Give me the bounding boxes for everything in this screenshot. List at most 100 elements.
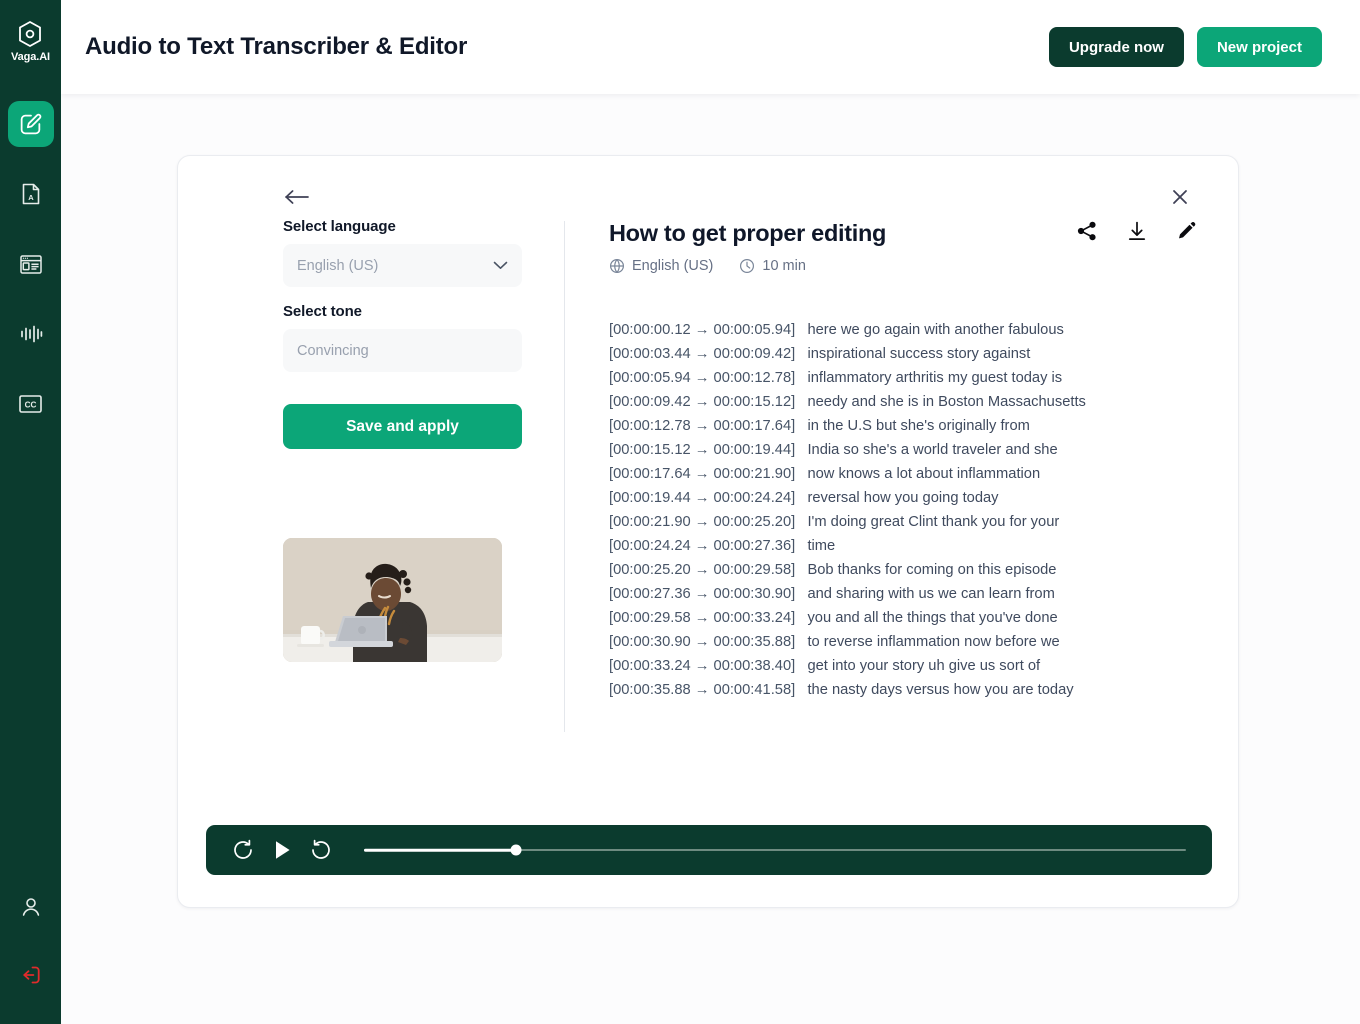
transcript-content: to reverse inflammation now before we (807, 634, 1060, 650)
close-button[interactable] (1169, 186, 1191, 208)
card-header (178, 156, 1238, 218)
transcript-line: [00:00:15.12 → 00:00:19.44] India so she… (609, 438, 1169, 462)
upgrade-now-button[interactable]: Upgrade now (1048, 27, 1184, 67)
edit-pencil-icon (20, 113, 42, 134)
user-icon (22, 898, 39, 916)
progress-knob[interactable] (510, 844, 522, 856)
transcript-line: [00:00:00.12 → 00:00:05.94] here we go a… (609, 318, 1169, 342)
transcript-timestamp: [00:00:33.24 → 00:00:38.40] (609, 658, 796, 674)
transcript-timestamp: [00:00:19.44 → 00:00:24.24] (609, 490, 796, 506)
sidebar-item-templates[interactable] (8, 241, 54, 287)
back-button[interactable] (284, 186, 310, 208)
download-icon (1128, 221, 1146, 240)
transcript-content: Bob thanks for coming on this episode (807, 562, 1057, 578)
transcript-timestamp: [00:00:09.42 → 00:00:15.12] (609, 394, 796, 410)
download-button[interactable] (1126, 220, 1148, 242)
tone-label: Select tone (283, 303, 362, 320)
transcript-timestamp: [00:00:12.78 → 00:00:17.64] (609, 418, 796, 434)
transcript-timestamp: [00:00:30.90 → 00:00:35.88] (609, 634, 796, 650)
sidebar-item-logout[interactable] (8, 952, 54, 998)
language-label: Select language (283, 218, 396, 235)
app-root: Vaga.AI A CC Audio to Text Transcriber &… (0, 0, 1360, 1024)
play-button[interactable] (272, 839, 292, 861)
document-meta: English (US) 10 min (609, 258, 1198, 274)
transcript-line: [00:00:33.24 → 00:00:38.40] get into you… (609, 654, 1169, 678)
progress-slider[interactable] (364, 843, 1186, 857)
duration-meta: 10 min (739, 258, 806, 274)
save-and-apply-button[interactable]: Save and apply (283, 404, 522, 449)
waveform-icon (20, 325, 42, 343)
language-value: English (US) (297, 257, 379, 274)
sidebar-item-captions[interactable]: CC (8, 381, 54, 427)
sidebar: Vaga.AI A CC (0, 0, 61, 1024)
transcript-line: [00:00:12.78 → 00:00:17.64] in the U.S b… (609, 414, 1169, 438)
transcript-content: now knows a lot about inflammation (807, 466, 1041, 482)
transcript-timestamp: [00:00:24.24 → 00:00:27.36] (609, 538, 796, 554)
edit-button[interactable] (1176, 220, 1198, 242)
transcript-line: [00:00:27.36 → 00:00:30.90] and sharing … (609, 582, 1169, 606)
sidebar-item-account[interactable] (8, 884, 54, 930)
new-project-button[interactable]: New project (1196, 27, 1322, 67)
transcript-timestamp: [00:00:15.12 → 00:00:19.44] (609, 442, 796, 458)
app-logo[interactable]: Vaga.AI (11, 20, 50, 63)
hexagon-logo-icon (19, 20, 42, 48)
transcript-timestamp: [00:00:21.90 → 00:00:25.20] (609, 514, 796, 530)
sidebar-item-pdf[interactable]: A (8, 171, 54, 217)
transcript-content: the nasty days versus how you are today (807, 682, 1074, 698)
transcript-timestamp: [00:00:29.58 → 00:00:33.24] (609, 610, 796, 626)
chevron-down-icon (493, 261, 508, 270)
language-select[interactable]: English (US) (283, 244, 522, 287)
sidebar-bottom (0, 884, 61, 1024)
transcript-content: in the U.S but she's originally from (807, 418, 1030, 434)
transcript-timestamp: [00:00:27.36 → 00:00:30.90] (609, 586, 796, 602)
transcript-line: [00:00:21.90 → 00:00:25.20] I'm doing gr… (609, 510, 1169, 534)
transcript-line: [00:00:05.94 → 00:00:12.78] inflammatory… (609, 366, 1169, 390)
close-icon (1173, 190, 1187, 204)
transcript-timestamp: [00:00:03.44 → 00:00:09.42] (609, 346, 796, 362)
transcript-line: [00:00:25.20 → 00:00:29.58] Bob thanks f… (609, 558, 1169, 582)
arrow-left-icon (285, 190, 309, 204)
settings-pane: Select language English (US) Select tone (178, 218, 564, 838)
play-icon (276, 841, 290, 859)
project-card: Select language English (US) Select tone (177, 155, 1239, 908)
transcript-line: [00:00:09.42 → 00:00:15.12] needy and sh… (609, 390, 1169, 414)
transcript-content: reversal how you going today (807, 490, 999, 506)
main-area: Audio to Text Transcriber & Editor Upgra… (61, 0, 1360, 1024)
transcript-line: [00:00:17.64 → 00:00:21.90] now knows a … (609, 462, 1169, 486)
sidebar-item-edit[interactable] (7, 101, 54, 147)
transcript-timestamp: [00:00:25.20 → 00:00:29.58] (609, 562, 796, 578)
transcript-line: [00:00:19.44 → 00:00:24.24] reversal how… (609, 486, 1169, 510)
tone-input[interactable]: Convincing (283, 329, 522, 372)
card-body: Select language English (US) Select tone (178, 218, 1238, 838)
player-controls (232, 839, 332, 861)
transcript-line: [00:00:24.24 → 00:00:27.36] time (609, 534, 1169, 558)
transcript-content: time (807, 538, 836, 554)
thumbnail-image (283, 538, 502, 662)
transcript-pane: How to get proper editing English (US) 1… (565, 218, 1238, 838)
svg-text:CC: CC (25, 400, 37, 409)
transcript-content: you and all the things that you've done (807, 610, 1058, 626)
content-canvas: Select language English (US) Select tone (61, 94, 1360, 1024)
transcript-content: inspirational success story against (807, 346, 1031, 362)
forward-button[interactable] (310, 839, 332, 861)
page-title: Audio to Text Transcriber & Editor (85, 33, 468, 60)
rewind-button[interactable] (232, 839, 254, 861)
globe-icon (609, 258, 625, 274)
transcript-line: [00:00:35.88 → 00:00:41.58] the nasty da… (609, 678, 1169, 702)
video-thumbnail[interactable] (283, 538, 502, 662)
transcript-timestamp: [00:00:17.64 → 00:00:21.90] (609, 466, 796, 482)
transcript-timestamp: [00:00:00.12 → 00:00:05.94] (609, 322, 796, 338)
document-actions (1076, 220, 1198, 242)
transcript-text: [00:00:00.12 → 00:00:05.94] here we go a… (609, 318, 1169, 702)
pdf-file-icon: A (22, 183, 39, 205)
transcript-content: needy and she is in Boston Massachusetts (807, 394, 1086, 410)
forward-icon (312, 839, 330, 859)
top-bar: Audio to Text Transcriber & Editor Upgra… (61, 0, 1360, 94)
share-icon (1077, 221, 1096, 241)
transcript-content: get into your story uh give us sort of (807, 658, 1041, 674)
logo-text: Vaga.AI (10, 51, 51, 63)
pencil-icon (1179, 222, 1196, 239)
transcript-line: [00:00:29.58 → 00:00:33.24] you and all … (609, 606, 1169, 630)
sidebar-item-audio[interactable] (8, 311, 54, 357)
share-button[interactable] (1076, 220, 1098, 242)
